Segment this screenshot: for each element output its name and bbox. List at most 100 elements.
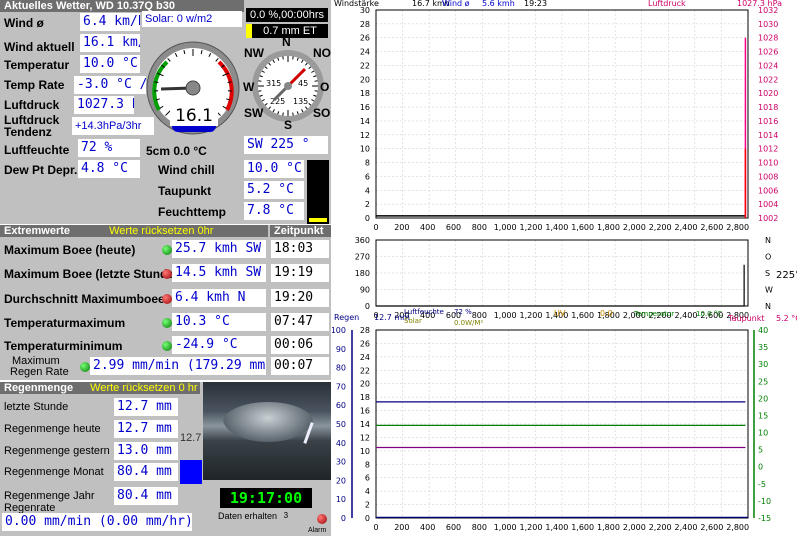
y-tick-label: 0	[365, 302, 370, 311]
pressure-label: Luftdruck	[4, 98, 60, 112]
chart3-header-dew-value: 5.2 °C	[776, 314, 797, 323]
compass-nw-label: NW	[244, 46, 264, 60]
y-tick-label-humidity: 60	[336, 401, 346, 410]
extreme-led	[162, 245, 172, 255]
y-tick-label-humidity: 20	[336, 476, 346, 485]
y2-tick-label: 1030	[758, 20, 778, 29]
compass-tick	[282, 56, 284, 60]
x-tick-label: 400	[420, 223, 435, 232]
chart3-header-temp-label: Temperatur	[633, 310, 674, 318]
y-tick-label: 18	[360, 393, 370, 402]
y-tick-label-humidity: 40	[336, 439, 346, 448]
compass-tick	[314, 80, 318, 82]
y2-tick-label: -5	[758, 480, 766, 489]
x-tick-label: 2,000	[623, 223, 646, 232]
y-tick-label: 26	[360, 34, 370, 43]
y-tick-label: 12	[360, 131, 370, 140]
extreme-label: Durchschnitt Maximumboee	[4, 292, 165, 306]
y-tick-label-humidity: 90	[336, 345, 346, 354]
direction-readout: 225°	[776, 270, 797, 281]
humidity-label: Luftfeuchte	[4, 143, 70, 157]
compass-se-label: SO	[313, 106, 331, 120]
y-tick-label: 270	[355, 253, 370, 262]
compass-tick	[292, 112, 294, 116]
x-tick-label: 1,000	[494, 311, 517, 320]
y-tick-label: 8	[365, 159, 370, 168]
y-tick-label: 0	[365, 514, 370, 523]
y2-tick-label: 10	[758, 429, 768, 438]
direction-axis-label: W	[765, 286, 773, 295]
wind-direction-value: SW 225 °	[244, 136, 328, 154]
webcam-image	[203, 382, 331, 480]
temp-rate-label: Temp Rate	[4, 78, 65, 92]
x-tick-label: 1,600	[571, 523, 594, 532]
y-tick-label: 4	[365, 487, 370, 496]
chart1-header-left: Windstärke	[334, 0, 379, 8]
y2-tick-label: 1012	[758, 145, 778, 154]
solar-value: Solar: 0 w/m2	[142, 11, 242, 27]
wind-avg-value: 6.4 km/h	[80, 13, 140, 31]
x-tick-label: 2,600	[700, 223, 723, 232]
chart1-header-wind-avg: 5.6 kmh	[482, 0, 515, 8]
direction-axis-label: N	[765, 236, 771, 245]
gauge-tick	[227, 81, 232, 84]
dew-pt-depr-label: Dew Pt Depr.	[4, 163, 78, 177]
extreme-led	[162, 269, 172, 279]
y2-tick-label: 15	[758, 411, 768, 420]
chart3-header-solar-value: 0.0W/M²	[454, 319, 483, 327]
chart3-header-uv-value: 0.0	[600, 309, 613, 318]
direction-axis-label: O	[765, 253, 771, 262]
x-tick-label: 2,800	[726, 523, 749, 532]
compass-tick	[258, 80, 262, 82]
alarm-led[interactable]	[317, 514, 327, 524]
max-rain-rate-led	[80, 362, 90, 372]
rain-title: Regenmenge	[4, 382, 74, 394]
y2-tick-label: 1006	[758, 186, 778, 195]
compass-deg-315: 315	[266, 79, 281, 88]
y2-tick-label: 20	[758, 394, 768, 403]
y-tick-label: 10	[360, 447, 370, 456]
webcam-cloud	[223, 402, 313, 442]
rain-value: 80.4 mm	[114, 463, 178, 481]
x-tick-label: 1,200	[520, 523, 543, 532]
y-tick-label: 22	[360, 61, 370, 70]
x-tick-label: 2,400	[675, 523, 698, 532]
compass-tick	[258, 90, 262, 92]
temp-rate-value: -3.0 °C /hr	[74, 76, 146, 94]
y-tick-label: 30	[360, 6, 370, 15]
y-tick-label-humidity: 100	[332, 326, 346, 335]
y-tick-label: 4	[365, 186, 370, 195]
dew-point-label: Taupunkt	[158, 184, 212, 198]
y-tick-label: 26	[360, 339, 370, 348]
y-tick-label: 24	[360, 353, 370, 362]
extreme-value: 6.4 kmh N	[172, 289, 266, 307]
wind-now-value: 16.1 km/	[80, 34, 140, 52]
y2-tick-label: 40	[758, 326, 768, 335]
extremes-time-title: Zeitpunkt	[270, 225, 331, 237]
chart1-header-wind-avg-label: Wind ø	[442, 0, 470, 8]
y-tick-label-humidity: 50	[336, 420, 346, 429]
y2-tick-label: -10	[758, 497, 771, 506]
rain-label: letzte Stunde	[4, 401, 69, 413]
x-tick-label: 1,600	[571, 223, 594, 232]
max-rain-rate-time: 00:07	[271, 357, 329, 375]
y-tick-label: 22	[360, 366, 370, 375]
chart3-header-solar-label: Solar	[404, 317, 422, 325]
x-tick-label: 2,400	[675, 311, 698, 320]
y2-tick-label: 35	[758, 343, 768, 352]
y-tick-label: 360	[355, 236, 370, 245]
x-tick-label: 2,000	[623, 523, 646, 532]
rain-reset-hint[interactable]: Werte rücksetzen 0 hr	[90, 382, 197, 394]
chart1-header-time: 19:23	[524, 0, 547, 8]
extreme-led	[162, 318, 172, 328]
extremes-reset-hint[interactable]: Werte rücksetzen 0hr	[109, 225, 213, 237]
y2-tick-label: 1010	[758, 159, 778, 168]
y-tick-label: 20	[360, 380, 370, 389]
y-tick-label: 14	[360, 117, 370, 126]
extreme-led	[162, 341, 172, 351]
y2-tick-label: 1008	[758, 172, 778, 181]
rain-value: 13.0 mm	[114, 442, 178, 460]
extreme-time: 19:19	[271, 264, 329, 282]
temperature-label: Temperatur	[4, 58, 70, 72]
y-tick-label: 20	[360, 75, 370, 84]
